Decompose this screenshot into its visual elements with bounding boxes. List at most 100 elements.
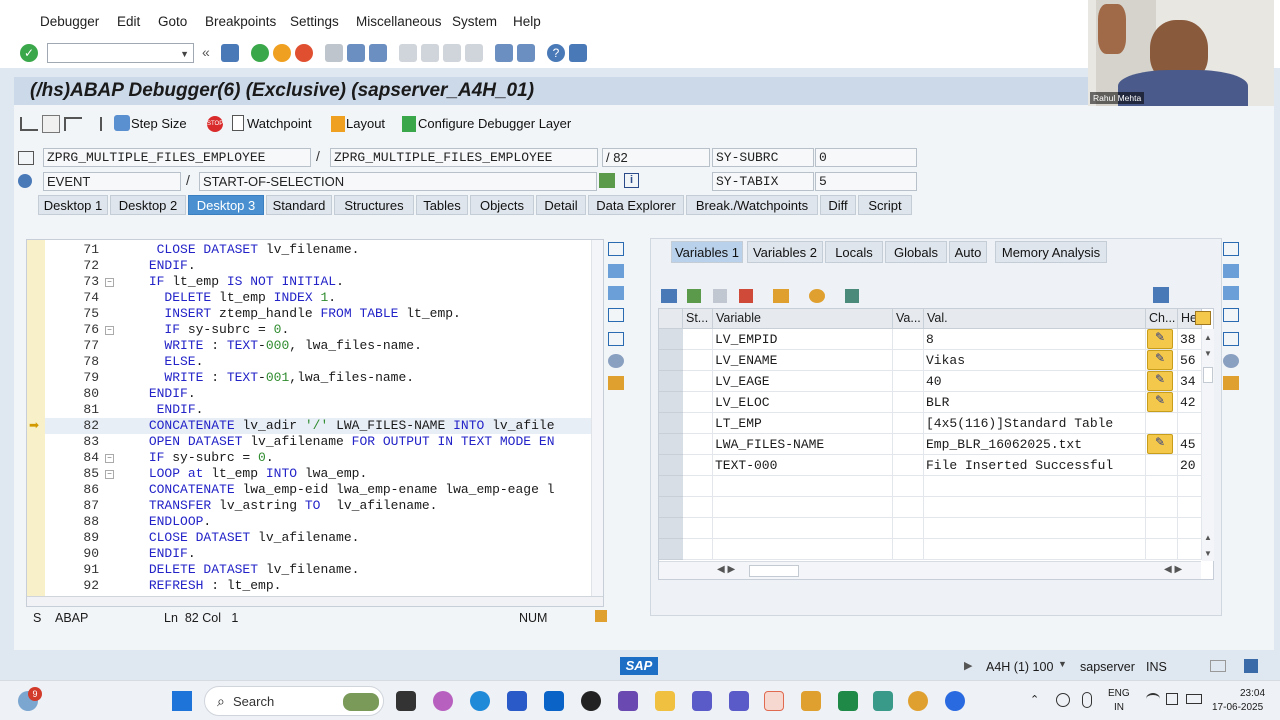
row-selector[interactable] [659,329,683,350]
close-icon[interactable] [608,242,624,256]
edit-pencil-icon[interactable]: ✎ [1147,434,1173,454]
menu-edit[interactable]: Edit [117,14,140,29]
code-line[interactable]: 77 WRITE : TEXT-000, lwa_files-name. [45,338,601,354]
tab-desktop-3[interactable]: Desktop 3 [188,195,264,215]
microphone-icon[interactable] [1082,692,1092,708]
code-line[interactable]: 71 CLOSE DATASET lv_filename. [45,242,601,258]
cell-value[interactable]: [4x5(116)]Standard Table [924,413,1146,434]
next-page-icon[interactable] [443,44,461,62]
collapse-icon[interactable]: « [202,44,210,60]
layout-menu-icon[interactable] [1210,660,1226,672]
execute-icon[interactable] [42,115,60,133]
outlook-icon[interactable] [544,691,564,711]
menu-help[interactable]: Help [513,14,541,29]
code-line[interactable]: 80 ENDIF. [45,386,601,402]
task-view-icon[interactable] [396,691,416,711]
shortcut-icon[interactable] [517,44,535,62]
cell-value[interactable]: Vikas [924,350,1146,371]
move-icon[interactable] [773,289,789,303]
clock-date[interactable]: 17-06-2025 [1212,702,1263,713]
grid-horizontal-scrollbar[interactable]: ◀ ▶ ◀ ▶ [659,561,1201,579]
code-line[interactable]: 86 CONCATENATE lwa_emp-eid lwa_emp-ename… [45,482,601,498]
tab-auto[interactable]: Auto [949,241,987,263]
menu-goto[interactable]: Goto [158,14,187,29]
tab-globals[interactable]: Globals [885,241,947,263]
services-icon[interactable] [608,354,624,368]
col-status[interactable]: St... [683,309,713,329]
return-icon[interactable] [64,117,82,131]
row-selector[interactable] [659,476,683,497]
services-icon[interactable] [1223,354,1239,368]
cell-variable[interactable] [713,539,893,560]
cell-variable[interactable]: TEXT-000 [713,455,893,476]
last-page-icon[interactable] [465,44,483,62]
cell-variable[interactable]: LV_ENAME [713,350,893,371]
cell-variable[interactable] [713,497,893,518]
edit-pencil-icon[interactable]: ✎ [1147,392,1173,412]
menu-miscellaneous[interactable]: Miscellaneous [356,14,442,29]
cell-value[interactable]: File Inserted Successful [924,455,1146,476]
code-line[interactable]: 73 IF lt_emp IS NOT INITIAL. − [45,274,601,290]
row-selector[interactable] [659,371,683,392]
cell-value[interactable]: Emp_BLR_16062025.txt [924,434,1146,455]
cell-value[interactable]: 40 [924,371,1146,392]
find-icon[interactable] [347,44,365,62]
maximize-icon[interactable] [1223,308,1239,322]
new-tool-icon[interactable] [1223,264,1239,278]
fold-toggle-icon[interactable]: − [105,326,114,335]
vertical-scrollbar[interactable] [591,240,603,596]
taskbar-search[interactable]: ⌕ Search [204,686,384,716]
customize-layout-icon[interactable] [569,44,587,62]
info-icon[interactable]: i [624,173,639,188]
tab-standard[interactable]: Standard [266,195,332,215]
dell-icon[interactable] [581,691,601,711]
cell-variable[interactable]: LT_EMP [713,413,893,434]
excel-icon[interactable] [838,691,858,711]
cancel-icon[interactable] [295,44,313,62]
fold-toggle-icon[interactable]: − [105,470,114,479]
edit-pencil-icon[interactable]: ✎ [1147,350,1173,370]
row-selector[interactable] [659,413,683,434]
insert-icon[interactable] [687,289,701,303]
single-step-icon[interactable] [20,117,38,131]
enter-icon[interactable]: ✓ [20,44,38,62]
code-line[interactable]: 81 ENDIF. [45,402,601,418]
resize-icon[interactable] [595,610,607,622]
row-selector[interactable] [659,539,683,560]
code-line[interactable]: 78 ELSE. [45,354,601,370]
wifi-icon[interactable] [1146,693,1160,705]
code-line[interactable]: 82 CONCATENATE lv_adir '/' LWA_FILES-NAM… [45,418,601,434]
continue-icon[interactable] [86,117,102,131]
code-line[interactable]: 76 IF sy-subrc = 0. − [45,322,601,338]
cell-value[interactable] [924,497,1146,518]
replace-tool-icon[interactable] [608,286,624,300]
teams-work-icon[interactable] [729,691,749,711]
vpn-icon[interactable] [618,691,638,711]
lock-icon[interactable] [1244,659,1258,673]
layout-button[interactable]: Layout [346,116,385,131]
row-selector[interactable] [659,392,683,413]
watchpoint-button[interactable]: Watchpoint [247,116,312,131]
zoom-icon[interactable] [945,691,965,711]
tab-desktop-1[interactable]: Desktop 1 [38,195,108,215]
code-line[interactable]: 87 TRANSFER lv_astring TO lv_afilename. [45,498,601,514]
tab-desktop-2[interactable]: Desktop 2 [110,195,186,215]
configure-layer-button[interactable]: Configure Debugger Layer [418,116,571,131]
volume-icon[interactable] [1166,693,1178,705]
row-selector[interactable] [659,497,683,518]
cell-value[interactable]: 8 [924,329,1146,350]
play-icon[interactable]: ▶ [964,659,972,672]
save-icon[interactable] [221,44,239,62]
col-change[interactable]: Ch... [1146,309,1178,329]
refresh-icon[interactable] [809,289,825,303]
cell-variable[interactable]: LV_ELOC [713,392,893,413]
find-next-icon[interactable] [369,44,387,62]
maximize-icon[interactable] [608,308,624,322]
code-line[interactable]: 84 IF sy-subrc = 0. − [45,450,601,466]
col-value-type[interactable]: Va... [893,309,924,329]
cell-value[interactable]: BLR [924,392,1146,413]
file-explorer-icon[interactable] [655,691,675,711]
menu-breakpoints[interactable]: Breakpoints [205,14,276,29]
tab-variables-1[interactable]: Variables 1 [671,241,743,263]
new-tool-icon[interactable] [608,264,624,278]
